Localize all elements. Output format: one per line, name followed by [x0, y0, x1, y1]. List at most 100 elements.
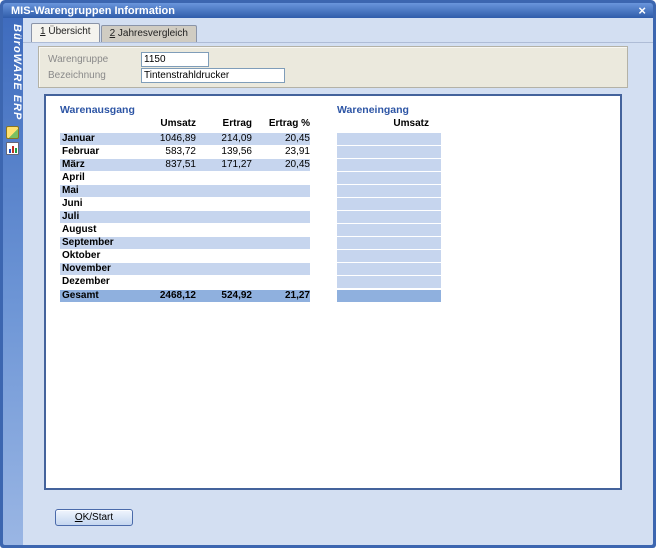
- warenausgang-title: Warenausgang: [60, 104, 135, 116]
- umsatz-value: 583,72: [120, 146, 196, 158]
- app-window: MIS-Warengruppen Information × BüroWARE …: [0, 0, 656, 548]
- table-row[interactable]: Juli: [60, 211, 310, 223]
- table-row[interactable]: Februar583,72139,5623,91: [60, 146, 310, 158]
- warenausgang-table: Umsatz Ertrag Ertrag % Januar1046,89214,…: [60, 118, 310, 303]
- table-row[interactable]: August: [60, 224, 310, 236]
- incoming-row[interactable]: [337, 250, 441, 262]
- ertrag-pct-value: [252, 224, 310, 236]
- umsatz-value: 837,51: [120, 159, 196, 171]
- incoming-row[interactable]: [337, 224, 441, 236]
- tab-divider: [23, 42, 653, 43]
- tab-jahresvergleich[interactable]: 2 Jahresvergleich: [101, 25, 197, 42]
- window-title: MIS-Warengruppen Information: [3, 5, 175, 17]
- chart-icon-bar: [15, 148, 17, 153]
- sidebar: BüroWARE ERP: [3, 18, 23, 545]
- col-ertrag-pct: Ertrag %: [252, 118, 310, 131]
- ertrag-value: [196, 198, 252, 210]
- ertrag-value: [196, 172, 252, 184]
- ertrag-pct-value: [252, 237, 310, 249]
- ok-start-button[interactable]: OK/Start: [55, 509, 133, 526]
- incoming-row[interactable]: [337, 237, 441, 249]
- umsatz-value: [120, 224, 196, 236]
- incoming-row[interactable]: [337, 198, 441, 210]
- table-row[interactable]: April: [60, 172, 310, 184]
- close-icon[interactable]: ×: [638, 4, 646, 17]
- month-label: Mai: [60, 185, 120, 197]
- month-label: Juli: [60, 211, 120, 223]
- bezeichnung-label: Bezeichnung: [48, 70, 106, 81]
- total-ertrag: 524,92: [196, 290, 252, 302]
- incoming-row[interactable]: [337, 146, 441, 158]
- col-ertrag: Ertrag: [196, 118, 252, 131]
- table-row[interactable]: Juni: [60, 198, 310, 210]
- ertrag-pct-value: 20,45: [252, 159, 310, 171]
- ertrag-value: [196, 250, 252, 262]
- ertrag-pct-value: [252, 172, 310, 184]
- umsatz-value: 1046,89: [120, 133, 196, 145]
- wareneingang-table: Umsatz: [337, 118, 441, 303]
- total-row[interactable]: Gesamt2468,12524,9221,27: [60, 290, 310, 302]
- total-label: Gesamt: [60, 290, 120, 302]
- umsatz-value: [120, 250, 196, 262]
- ertrag-pct-value: 20,45: [252, 133, 310, 145]
- month-label: September: [60, 237, 120, 249]
- month-label: Dezember: [60, 276, 120, 288]
- warenausgang-header-row: Umsatz Ertrag Ertrag %: [60, 118, 310, 131]
- chart-icon-bar: [12, 146, 14, 153]
- table-row[interactable]: März837,51171,2720,45: [60, 159, 310, 171]
- ertrag-pct-value: [252, 263, 310, 275]
- titlebar[interactable]: MIS-Warengruppen Information ×: [3, 3, 653, 18]
- umsatz-value: [120, 263, 196, 275]
- ertrag-value: [196, 211, 252, 223]
- month-label: März: [60, 159, 120, 171]
- umsatz-value: [120, 198, 196, 210]
- month-label: April: [60, 172, 120, 184]
- col-month: [60, 118, 120, 131]
- warengruppe-label: Warengruppe: [48, 54, 108, 65]
- incoming-row[interactable]: [337, 133, 441, 145]
- table-row[interactable]: Mai: [60, 185, 310, 197]
- month-label: Juni: [60, 198, 120, 210]
- incoming-row[interactable]: [337, 159, 441, 171]
- month-label: August: [60, 224, 120, 236]
- incoming-total-row[interactable]: [337, 290, 441, 302]
- ertrag-value: 214,09: [196, 133, 252, 145]
- tab-bar: 1 Übersicht 2 Jahresvergleich: [31, 24, 198, 42]
- umsatz-value: [120, 211, 196, 223]
- umsatz-value: [120, 276, 196, 288]
- month-label: Januar: [60, 133, 120, 145]
- table-row[interactable]: November: [60, 263, 310, 275]
- table-row[interactable]: Dezember: [60, 276, 310, 288]
- umsatz-value: [120, 185, 196, 197]
- chart-icon[interactable]: [6, 142, 19, 155]
- bezeichnung-input[interactable]: [141, 68, 285, 83]
- incoming-row[interactable]: [337, 276, 441, 288]
- ertrag-pct-value: [252, 185, 310, 197]
- incoming-row[interactable]: [337, 211, 441, 223]
- incoming-row[interactable]: [337, 263, 441, 275]
- col-umsatz-in: Umsatz: [337, 118, 441, 131]
- incoming-body: [337, 133, 441, 302]
- ertrag-value: [196, 276, 252, 288]
- table-row[interactable]: September: [60, 237, 310, 249]
- table-row[interactable]: Oktober: [60, 250, 310, 262]
- month-label: November: [60, 263, 120, 275]
- tab-uebersicht[interactable]: 1 Übersicht: [31, 23, 100, 42]
- ertrag-value: 139,56: [196, 146, 252, 158]
- chart-icon-bar: [9, 149, 11, 153]
- warengruppe-input[interactable]: [141, 52, 209, 67]
- incoming-row[interactable]: [337, 172, 441, 184]
- incoming-row[interactable]: [337, 185, 441, 197]
- total-umsatz: 2468,12: [120, 290, 196, 302]
- data-panel: Warenausgang Wareneingang Umsatz Ertrag …: [44, 94, 622, 490]
- ertrag-value: 171,27: [196, 159, 252, 171]
- ertrag-pct-value: [252, 198, 310, 210]
- tab-jahresvergleich-label: 2 Jahresvergleich: [110, 28, 188, 39]
- table-row[interactable]: Januar1046,89214,0920,45: [60, 133, 310, 145]
- ertrag-value: [196, 263, 252, 275]
- umsatz-value: [120, 237, 196, 249]
- note-icon[interactable]: [6, 126, 19, 139]
- tab-uebersicht-label: 1 Übersicht: [40, 26, 91, 37]
- ertrag-pct-value: [252, 211, 310, 223]
- outgoing-body: Januar1046,89214,0920,45Februar583,72139…: [60, 133, 310, 302]
